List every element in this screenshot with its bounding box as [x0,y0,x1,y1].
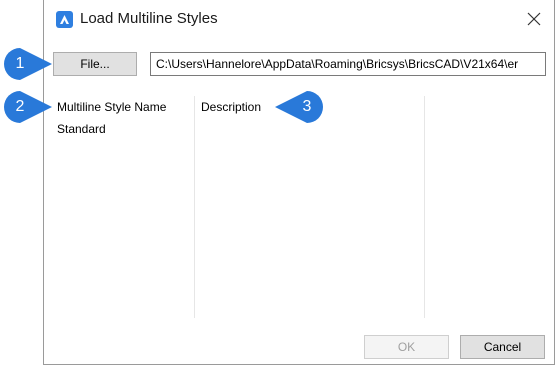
load-multiline-styles-dialog: Load Multiline Styles File... C:\Users\H… [43,0,555,365]
callout-number: 3 [302,98,312,115]
callout-number: 1 [15,55,25,72]
callout-number: 2 [15,98,25,115]
column-divider [194,96,195,318]
cancel-button[interactable]: Cancel [460,335,545,359]
list-item-style-name[interactable]: Standard [57,122,106,136]
callout-badge-1: 1 [3,47,52,81]
ok-button[interactable]: OK [364,335,449,359]
column-divider [424,96,425,318]
callout-badge-2: 2 [3,90,52,124]
close-icon[interactable] [524,9,544,29]
screenshot: Load Multiline Styles File... C:\Users\H… [0,0,557,366]
column-header-style-name[interactable]: Multiline Style Name [57,100,166,114]
title-bar: Load Multiline Styles [44,0,554,40]
dialog-title: Load Multiline Styles [80,10,218,27]
column-header-description[interactable]: Description [201,100,261,114]
file-button[interactable]: File... [53,52,137,76]
multiline-style-list[interactable]: Multiline Style Name Description Standar… [52,92,548,320]
bricscad-app-icon [56,11,73,28]
file-path-field[interactable]: C:\Users\Hannelore\AppData\Roaming\Brics… [150,52,546,76]
callout-badge-3: 3 [275,90,324,124]
